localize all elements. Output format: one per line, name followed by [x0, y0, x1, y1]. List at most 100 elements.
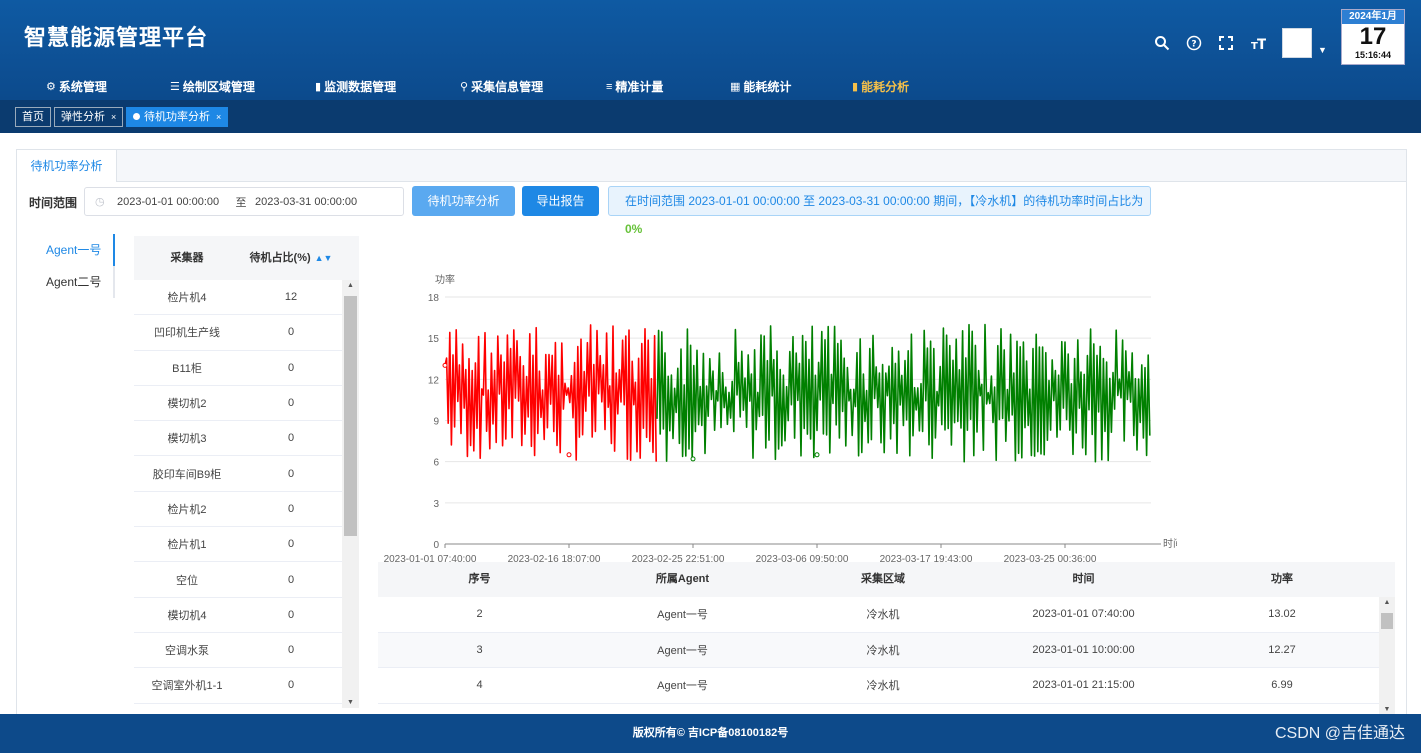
result-info-box: 在时间范围 2023-01-01 00:00:00 至 2023-03-31 0…	[608, 186, 1151, 236]
scroll-up-icon[interactable]: ▲	[342, 282, 359, 289]
table-row[interactable]: 空位 0	[134, 562, 342, 598]
standby-ratio: 0	[287, 502, 295, 515]
data-point	[442, 362, 448, 368]
collector-name: 胶印车间B9柜	[152, 468, 222, 481]
help-icon[interactable]: ?	[1184, 33, 1204, 53]
scroll-down-icon[interactable]: ▼	[342, 699, 359, 706]
list-icon: ☰	[170, 81, 180, 93]
standby-ratio: 0	[287, 397, 295, 410]
data-table-scrollbar[interactable]: ▲ ▼	[1379, 597, 1395, 715]
row-power: 6.99	[1271, 679, 1293, 692]
close-icon[interactable]: ×	[216, 112, 221, 122]
standby-ratio: 0	[287, 573, 295, 586]
y-tick-label: 12	[428, 375, 440, 386]
clock-icon: ◷	[95, 196, 105, 208]
scroll-up-icon[interactable]: ▲	[1379, 599, 1395, 606]
start-date-input[interactable]: 2023-01-01 00:00:00	[117, 196, 227, 208]
row-time: 2023-01-01 21:15:00	[1032, 679, 1135, 692]
table-row[interactable]: 凹印机生产线 0	[134, 315, 342, 351]
row-agent: Agent一号	[657, 680, 708, 693]
collector-scrollbar[interactable]: ▲ ▼	[342, 280, 359, 708]
collector-name: 空调水泵	[165, 645, 209, 658]
plug-icon: ⚲	[460, 81, 469, 93]
nav-item-energy-analysis[interactable]: ▮ 能耗分析	[852, 78, 909, 95]
collector-name: 模切机4	[167, 609, 207, 622]
content-area: 待机功率分析 时间范围 ◷ 2023-01-01 00:00:00 至 2023…	[0, 133, 1421, 715]
panel-tab-standby[interactable]: 待机功率分析	[17, 150, 117, 182]
table-row[interactable]: 模切机2 0	[134, 386, 342, 422]
app-title: 智慧能源管理平台	[24, 25, 209, 50]
agent-list: Agent一号 Agent二号	[37, 234, 115, 298]
end-date-input[interactable]: 2023-03-31 00:00:00	[255, 196, 385, 208]
data-table-header: 序号 所属Agent 采集区域 时间 功率	[378, 562, 1395, 597]
fullscreen-icon[interactable]	[1216, 33, 1236, 53]
row-agent: Agent一号	[657, 609, 708, 622]
font-size-icon[interactable]: TT	[1248, 33, 1268, 53]
row-index: 4	[476, 679, 483, 692]
info-text: 在时间范围 2023-01-01 00:00:00 至 2023-03-31 0…	[625, 194, 1144, 208]
agent-item-1[interactable]: Agent一号	[37, 234, 115, 266]
power-data-table: 序号 所属Agent 采集区域 时间 功率 2 Agent一号 冷水机 2023-01…	[378, 562, 1395, 715]
collector-name: B11柜	[172, 362, 202, 375]
sort-icon[interactable]: ▲▼	[315, 253, 333, 263]
nav-item-monitor-data[interactable]: ▮ 监测数据管理	[315, 78, 396, 95]
table-row[interactable]: 空调水泵 0	[134, 633, 342, 669]
nav-item-energy-stats[interactable]: ▦ 能耗统计	[730, 78, 791, 95]
sliders-icon: ≡	[606, 80, 613, 93]
column-header-standby-ratio[interactable]: 待机占比(%) ▲▼	[240, 236, 342, 280]
nav-item-draw-area[interactable]: ☰ 绘制区域管理	[170, 78, 255, 95]
collector-table-body: 检片机4 12 凹印机生产线 0 B11柜 0 模切机2 0 模切机3 0 胶印车间B9柜 0 检片机2…	[134, 280, 342, 708]
standby-analysis-button[interactable]: 待机功率分析	[412, 186, 515, 216]
power-line-chart: 0369121518功率时间2023-01-01 07:40:002023-02…	[384, 273, 1177, 565]
table-row[interactable]: 4 Agent一号 冷水机 2023-01-01 21:15:00 6.99	[378, 668, 1395, 704]
close-icon[interactable]: ×	[111, 112, 116, 122]
table-row[interactable]: 2 Agent一号 冷水机 2023-01-01 07:40:00 13.02	[378, 597, 1395, 633]
table-row[interactable]: 模切机3 0	[134, 421, 342, 457]
row-time: 2023-01-01 07:40:00	[1032, 608, 1135, 621]
y-tick-label: 0	[433, 540, 439, 551]
range-separator: 至	[235, 196, 247, 209]
scroll-thumb[interactable]	[1381, 613, 1393, 629]
table-row[interactable]: 检片机2 0	[134, 492, 342, 528]
tab-elastic-analysis[interactable]: 弹性分析 ×	[54, 107, 124, 127]
table-row[interactable]: 空调室外机1-1 0	[134, 668, 342, 704]
date-range-picker[interactable]: ◷ 2023-01-01 00:00:00 至 2023-03-31 00:00…	[84, 187, 404, 216]
column-header-index: 序号	[468, 573, 491, 585]
chevron-down-icon[interactable]: ▼	[1318, 45, 1327, 55]
avatar[interactable]	[1282, 28, 1312, 58]
calendar-day: 17	[1359, 23, 1387, 50]
collector-name: 空位	[176, 574, 198, 587]
standby-ratio: 0	[287, 467, 295, 480]
active-dot-icon	[133, 113, 140, 120]
collector-name: 空调室外机1-1	[151, 680, 223, 693]
calendar-time: 15:16:44	[1354, 50, 1392, 60]
data-point	[566, 452, 572, 458]
nav-item-system[interactable]: ⚙ 系统管理	[46, 78, 107, 95]
collector-name: 检片机2	[167, 503, 207, 516]
nav-item-collect-info[interactable]: ⚲ 采集信息管理	[460, 78, 543, 95]
panel-tabs: 待机功率分析	[17, 150, 1406, 182]
tab-standby-analysis[interactable]: 待机功率分析 ×	[126, 107, 229, 127]
table-row[interactable]: B11柜 0	[134, 351, 342, 386]
agent-item-2[interactable]: Agent二号	[37, 266, 115, 298]
column-header-area: 采集区域	[861, 573, 905, 585]
y-tick-label: 6	[433, 458, 439, 469]
watermark: CSDN @吉佳通达	[1274, 725, 1405, 742]
copyright-text: 版权所有© 吉ICP备08100182号	[632, 727, 789, 739]
tab-home[interactable]: 首页	[15, 107, 51, 127]
table-row[interactable]: 胶印车间B9柜 0	[134, 456, 342, 492]
nav-item-metering[interactable]: ≡ 精准计量	[606, 78, 663, 95]
collector-table: 采集器 待机占比(%) ▲▼ 检片机4 12 凹印机生产线 0 B11柜 0 模切机2 0 模切机…	[134, 236, 359, 708]
scroll-down-icon[interactable]: ▼	[1379, 706, 1395, 713]
table-row[interactable]: 检片机4 12	[134, 280, 342, 316]
table-row[interactable]: 检片机1 0	[134, 527, 342, 563]
export-report-button[interactable]: 导出报告	[522, 186, 599, 216]
analysis-panel: 待机功率分析 时间范围 ◷ 2023-01-01 00:00:00 至 2023…	[16, 149, 1407, 715]
scroll-thumb[interactable]	[344, 296, 357, 536]
search-icon[interactable]	[1152, 33, 1172, 53]
standby-ratio: 12	[284, 291, 298, 304]
standby-ratio: 0	[287, 361, 295, 374]
table-row[interactable]: 3 Agent一号 冷水机 2023-01-01 10:00:00 12.27	[378, 632, 1395, 668]
y-tick-label: 18	[428, 293, 440, 304]
table-row[interactable]: 模切机4 0	[134, 598, 342, 633]
